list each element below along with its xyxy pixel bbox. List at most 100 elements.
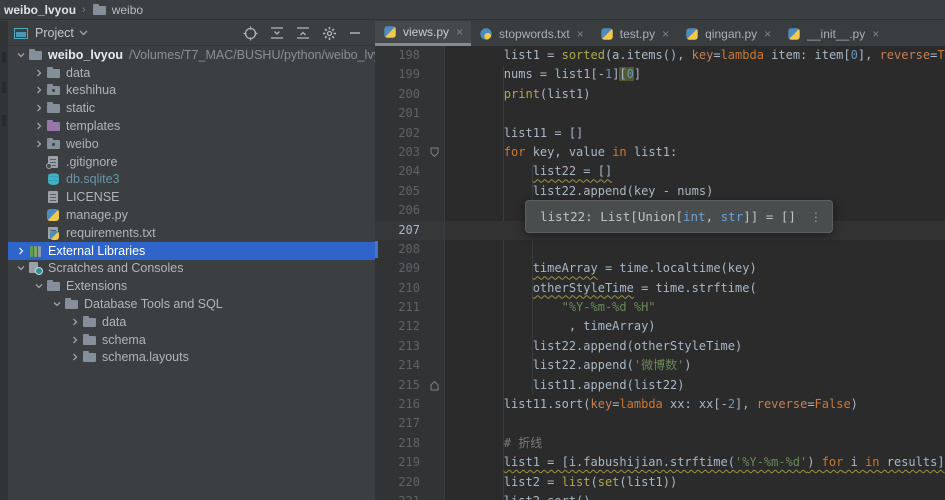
chevron-right-icon[interactable] bbox=[68, 315, 82, 329]
line-number[interactable]: 202 bbox=[375, 123, 445, 143]
code-line-216[interactable]: 216 list11.sort(key=lambda xx: xx[-2], r… bbox=[375, 395, 945, 415]
code-line-199[interactable]: 199 nums = list1[-1][0] bbox=[375, 65, 945, 85]
line-number[interactable]: 207 bbox=[375, 220, 445, 240]
line-number[interactable]: 210 bbox=[375, 278, 445, 299]
code-line-203[interactable]: 203 for key, value in list1: bbox=[375, 142, 945, 163]
tree-item-database-tools-and-sql[interactable]: Database Tools and SQL bbox=[8, 295, 375, 313]
line-number[interactable]: 205 bbox=[375, 181, 445, 202]
tree-item-scratches-and-consoles[interactable]: Scratches and Consoles bbox=[8, 260, 375, 278]
tree-item-schema-layouts[interactable]: schema.layouts bbox=[8, 349, 375, 367]
line-number[interactable]: 213 bbox=[375, 336, 445, 357]
tree-item-manage-py[interactable]: manage.py bbox=[8, 206, 375, 224]
line-number[interactable]: 201 bbox=[375, 104, 445, 124]
chevron-right-icon[interactable] bbox=[32, 83, 46, 97]
tree-item-data[interactable]: data bbox=[8, 64, 375, 82]
code-line-212[interactable]: 212 , timeArray) bbox=[375, 317, 945, 337]
line-number[interactable]: 208 bbox=[375, 239, 445, 260]
type-hint-tooltip[interactable]: list22: List[Union[int, str]] = [] ⋮ bbox=[525, 200, 833, 233]
code-line-209[interactable]: 209 timeArray = time.localtime(key) bbox=[375, 259, 945, 279]
hide-panel-icon[interactable] bbox=[349, 27, 361, 39]
code-line-215[interactable]: 215 list11.append(list22) bbox=[375, 375, 945, 396]
tree-item-weibo-lvyou[interactable]: weibo_lvyou/Volumes/T7_MAC/BUSHU/python/… bbox=[8, 46, 375, 64]
chevron-right-icon[interactable] bbox=[32, 101, 46, 115]
tree-item-static[interactable]: static bbox=[8, 99, 375, 117]
tree-item-license[interactable]: LICENSE bbox=[8, 188, 375, 206]
line-number[interactable]: 209 bbox=[375, 259, 445, 279]
code-line-214[interactable]: 214 list22.append('微博数') bbox=[375, 356, 945, 376]
close-tab-icon[interactable]: × bbox=[872, 27, 879, 41]
code-line-210[interactable]: 210 otherStyleTime = time.strftime( bbox=[375, 278, 945, 299]
chevron-right-icon[interactable] bbox=[32, 137, 46, 151]
tree-item-db-sqlite3[interactable]: db.sqlite3 bbox=[8, 171, 375, 189]
tree-item-extensions[interactable]: Extensions bbox=[8, 277, 375, 295]
chevron-down-icon[interactable] bbox=[14, 261, 28, 275]
chevron-right-icon[interactable] bbox=[32, 119, 46, 133]
chevron-down-icon[interactable] bbox=[50, 297, 64, 311]
close-tab-icon[interactable]: × bbox=[662, 27, 669, 41]
tool-window-stripe[interactable] bbox=[0, 21, 8, 500]
code-editor[interactable]: 198 list1 = sorted(a.items(), key=lambda… bbox=[375, 46, 945, 500]
line-number[interactable]: 216 bbox=[375, 395, 445, 415]
close-tab-icon[interactable]: × bbox=[764, 27, 771, 41]
code-line-221[interactable]: 221 list2.sort() bbox=[375, 491, 945, 500]
tree-item-keshihua[interactable]: keshihua bbox=[8, 82, 375, 100]
tree-item-external-libraries[interactable]: External Libraries bbox=[8, 241, 375, 260]
fold-marker-icon[interactable] bbox=[430, 147, 439, 158]
code-line-220[interactable]: 220 list2 = list(set(list1)) bbox=[375, 472, 945, 492]
code-line-219[interactable]: 219 list1 = [i.fabushijian.strftime('%Y-… bbox=[375, 453, 945, 473]
tab-init-py[interactable]: __init__.py × bbox=[779, 21, 887, 46]
line-number[interactable]: 204 bbox=[375, 162, 445, 182]
line-number[interactable]: 203 bbox=[375, 142, 445, 163]
tree-item-weibo[interactable]: weibo bbox=[8, 135, 375, 153]
kebab-menu-icon[interactable]: ⋮ bbox=[810, 211, 822, 223]
fold-marker-icon[interactable] bbox=[430, 380, 439, 391]
locate-icon[interactable] bbox=[243, 26, 258, 41]
breadcrumb-current[interactable]: weibo bbox=[112, 3, 143, 17]
code-line-198[interactable]: 198 list1 = sorted(a.items(), key=lambda… bbox=[375, 46, 945, 66]
line-number[interactable]: 200 bbox=[375, 84, 445, 105]
line-number[interactable]: 217 bbox=[375, 414, 445, 434]
tree-item-gitignore[interactable]: .gitignore bbox=[8, 153, 375, 171]
code-line-208[interactable]: 208 bbox=[375, 239, 945, 260]
code-line-200[interactable]: 200 print(list1) bbox=[375, 84, 945, 105]
close-tab-icon[interactable]: × bbox=[456, 25, 463, 39]
line-number[interactable]: 214 bbox=[375, 356, 445, 376]
line-number[interactable]: 211 bbox=[375, 298, 445, 318]
code-line-205[interactable]: 205 list22.append(key - nums) bbox=[375, 181, 945, 202]
tab-stopwords-txt[interactable]: stopwords.txt × bbox=[471, 21, 592, 46]
line-number[interactable]: 215 bbox=[375, 375, 445, 396]
chevron-down-icon[interactable] bbox=[32, 279, 46, 293]
code-line-201[interactable]: 201 bbox=[375, 104, 945, 124]
line-number[interactable]: 219 bbox=[375, 453, 445, 473]
tree-item-templates[interactable]: templates bbox=[8, 117, 375, 135]
settings-gear-icon[interactable] bbox=[322, 26, 337, 41]
tab-views-py[interactable]: views.py × bbox=[375, 21, 472, 46]
chevron-right-icon[interactable] bbox=[14, 244, 28, 258]
breadcrumb-root[interactable]: weibo_lvyou bbox=[4, 3, 76, 17]
line-number[interactable]: 220 bbox=[375, 472, 445, 492]
tree-item-requirements-txt[interactable]: requirements.txt bbox=[8, 224, 375, 242]
line-number[interactable]: 206 bbox=[375, 201, 445, 221]
tree-item-schema[interactable]: schema bbox=[8, 331, 375, 349]
chevron-right-icon[interactable] bbox=[68, 350, 82, 364]
line-number[interactable]: 198 bbox=[375, 46, 445, 66]
line-number[interactable]: 212 bbox=[375, 317, 445, 337]
collapse-all-icon[interactable] bbox=[296, 26, 310, 40]
project-view-selector[interactable]: Project bbox=[14, 26, 88, 40]
chevron-down-icon[interactable] bbox=[14, 48, 28, 62]
code-line-204[interactable]: 204 list22 = [] bbox=[375, 162, 945, 182]
line-number[interactable]: 221 bbox=[375, 491, 445, 500]
tree-item-data[interactable]: data bbox=[8, 313, 375, 331]
line-number[interactable]: 218 bbox=[375, 433, 445, 454]
chevron-right-icon[interactable] bbox=[68, 333, 82, 347]
code-line-218[interactable]: 218 # 折线 bbox=[375, 433, 945, 454]
expand-all-icon[interactable] bbox=[270, 26, 284, 40]
close-tab-icon[interactable]: × bbox=[577, 27, 584, 41]
tab-qingan-py[interactable]: qingan.py × bbox=[677, 21, 779, 46]
code-line-217[interactable]: 217 bbox=[375, 414, 945, 434]
line-number[interactable]: 199 bbox=[375, 65, 445, 85]
chevron-right-icon[interactable] bbox=[32, 66, 46, 80]
code-line-213[interactable]: 213 list22.append(otherStyleTime) bbox=[375, 336, 945, 357]
tab-test-py[interactable]: test.py × bbox=[592, 21, 677, 46]
code-line-202[interactable]: 202 list11 = [] bbox=[375, 123, 945, 143]
